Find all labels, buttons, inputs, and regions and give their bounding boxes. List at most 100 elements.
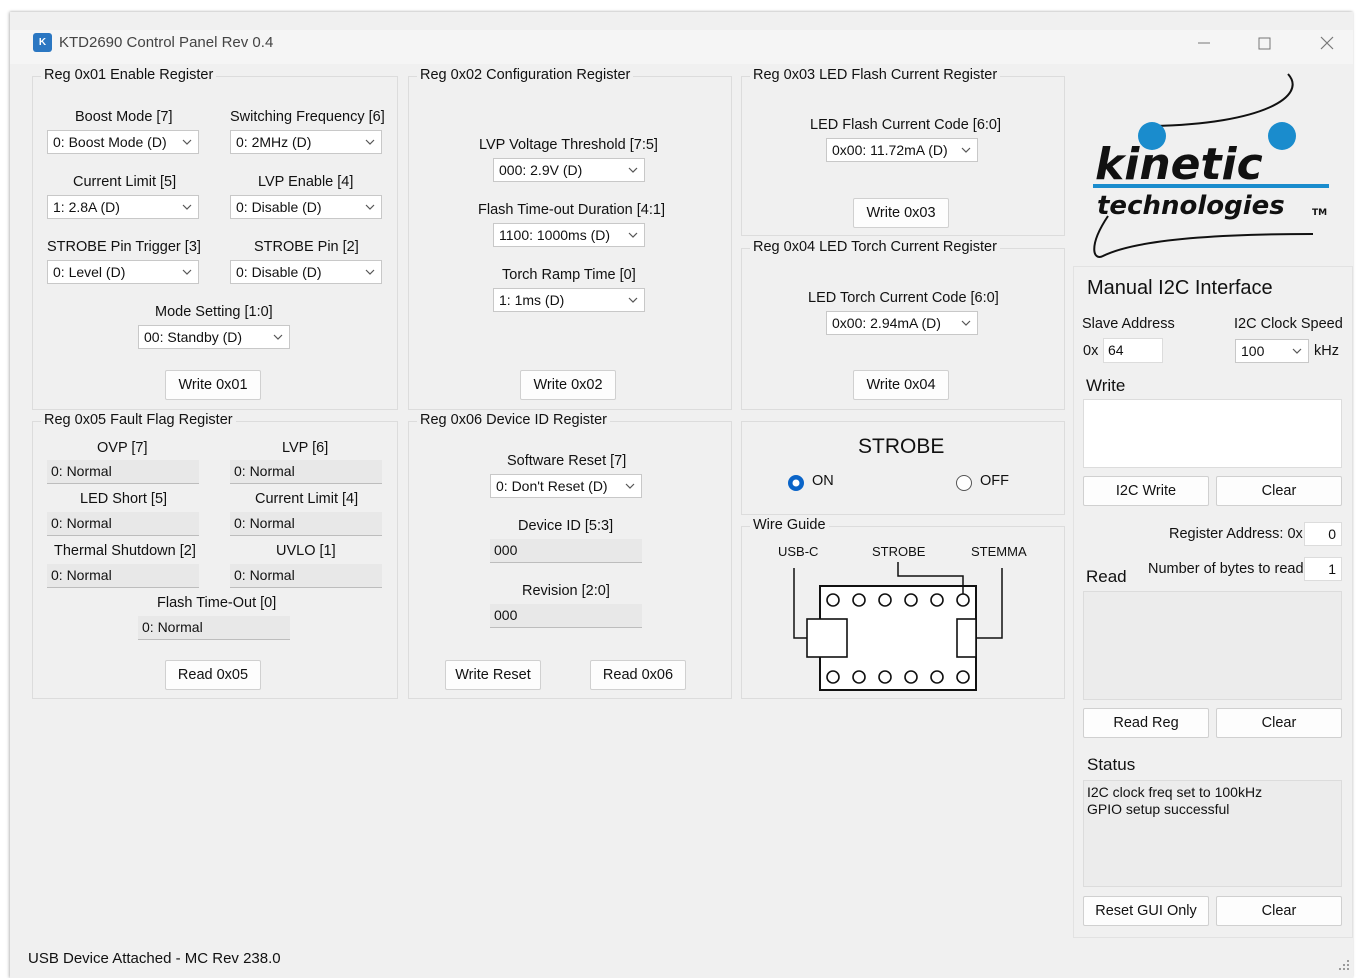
boost-mode-select[interactable]: 0: Boost Mode (D) [47, 130, 199, 154]
minimize-button[interactable] [1181, 30, 1227, 58]
software-reset-select[interactable]: 0: Don't Reset (D) [490, 474, 642, 498]
thermal-shutdown-label: Thermal Shutdown [2] [54, 543, 196, 559]
chevron-down-icon [182, 269, 192, 275]
register-address-label: Register Address: 0x [1169, 526, 1303, 542]
chevron-down-icon [365, 269, 375, 275]
read-0x05-button[interactable]: Read 0x05 [165, 660, 261, 690]
bytes-to-read-input[interactable]: 1 [1304, 557, 1342, 581]
flash-current-code-select[interactable]: 0x00: 11.72mA (D) [826, 138, 978, 162]
switching-frequency-select[interactable]: 0: 2MHz (D) [230, 130, 382, 154]
flash-current-code-value: 0x00: 11.72mA (D) [832, 142, 948, 158]
strobe-pin-value: 0: Disable (D) [236, 264, 322, 280]
minimize-icon [1198, 42, 1210, 44]
flash-timeout-select[interactable]: 1100: 1000ms (D) [493, 223, 645, 247]
read-reg-button[interactable]: Read Reg [1083, 708, 1209, 738]
chevron-down-icon [1292, 348, 1302, 354]
i2c-clock-unit: kHz [1314, 343, 1339, 359]
lvp-enable-label: LVP Enable [4] [258, 174, 354, 190]
close-button[interactable] [1304, 30, 1350, 58]
slave-address-input[interactable]: 64 [1103, 338, 1163, 363]
lvp-enable-select[interactable]: 0: Disable (D) [230, 195, 382, 219]
reg02-title: Reg 0x02 Configuration Register [417, 67, 634, 83]
wire-guide-title: Wire Guide [750, 517, 829, 533]
current-limit-flag-value: 0: Normal [230, 512, 382, 536]
chevron-down-icon [365, 139, 375, 145]
read-clear-button[interactable]: Clear [1216, 708, 1342, 738]
maximize-icon [1258, 37, 1271, 50]
reset-gui-button[interactable]: Reset GUI Only [1083, 896, 1209, 926]
strobe-trigger-value: 0: Level (D) [53, 264, 126, 280]
torch-ramp-value: 1: 1ms (D) [499, 292, 565, 308]
reg06-title: Reg 0x06 Device ID Register [417, 412, 610, 428]
chevron-down-icon [182, 139, 192, 145]
torch-current-code-value: 0x00: 2.94mA (D) [832, 315, 941, 331]
write-clear-button[interactable]: Clear [1216, 476, 1342, 506]
strobe-trigger-select[interactable]: 0: Level (D) [47, 260, 199, 284]
i2c-clock-select[interactable]: 100 [1235, 339, 1309, 363]
switching-frequency-value: 0: 2MHz (D) [236, 134, 312, 150]
flash-timeout-flag-label: Flash Time-Out [0] [157, 595, 277, 611]
read-label: Read [1086, 567, 1127, 586]
resize-grip-icon[interactable] [1337, 958, 1351, 972]
chevron-down-icon [628, 167, 638, 173]
write-0x04-button[interactable]: Write 0x04 [853, 370, 949, 400]
slave-address-label: Slave Address [1082, 316, 1175, 332]
wire-guide-diagram [793, 562, 1003, 691]
device-id-label: Device ID [5:3] [518, 518, 614, 534]
write-reset-button[interactable]: Write Reset [445, 660, 541, 690]
current-limit-value: 1: 2.8A (D) [53, 199, 120, 215]
slave-address-prefix: 0x [1083, 343, 1099, 359]
i2c-write-button[interactable]: I2C Write [1083, 476, 1209, 506]
register-address-input[interactable]: 0 [1304, 522, 1342, 546]
strobe-on-radio[interactable]: ON [787, 473, 847, 493]
lvp-threshold-select[interactable]: 000: 2.9V (D) [493, 158, 645, 182]
i2c-clock-value: 100 [1241, 343, 1265, 359]
strobe-pin-label: STROBE Pin [2] [254, 239, 359, 255]
strobe-off-radio[interactable]: OFF [955, 473, 1015, 493]
strobe-title: STROBE [858, 435, 945, 458]
status-clear-button[interactable]: Clear [1216, 896, 1342, 926]
status-log: I2C clock freq set to 100kHz GPIO setup … [1083, 780, 1342, 887]
device-id-value: 000 [490, 539, 642, 563]
lvp-threshold-value: 000: 2.9V (D) [499, 162, 583, 178]
chevron-down-icon [961, 147, 971, 153]
i2c-clock-label: I2C Clock Speed [1234, 316, 1343, 332]
write-0x03-button[interactable]: Write 0x03 [853, 198, 949, 228]
write-data-input[interactable] [1083, 399, 1342, 468]
torch-ramp-label: Torch Ramp Time [0] [502, 267, 636, 283]
strobe-trigger-label: STROBE Pin Trigger [3] [47, 239, 201, 255]
mode-setting-select[interactable]: 00: Standby (D) [138, 325, 290, 349]
chevron-down-icon [273, 334, 283, 340]
ovp-label: OVP [7] [97, 440, 148, 456]
read-data-output [1083, 591, 1342, 700]
flash-timeout-value: 1100: 1000ms (D) [499, 227, 611, 243]
chevron-down-icon [182, 204, 192, 210]
read-0x06-button[interactable]: Read 0x06 [590, 660, 686, 690]
write-0x01-button[interactable]: Write 0x01 [165, 370, 261, 400]
torch-ramp-select[interactable]: 1: 1ms (D) [493, 288, 645, 312]
led-short-label: LED Short [5] [80, 491, 168, 507]
logo-word-technologies: technologies [1097, 191, 1285, 221]
current-limit-select[interactable]: 1: 2.8A (D) [47, 195, 199, 219]
reg05-title: Reg 0x05 Fault Flag Register [41, 412, 236, 428]
strobe-pin-select[interactable]: 0: Disable (D) [230, 260, 382, 284]
bytes-to-read-label: Number of bytes to read [1148, 561, 1304, 577]
software-reset-label: Software Reset [7] [507, 453, 627, 469]
thermal-shutdown-value: 0: Normal [47, 564, 199, 588]
maximize-button[interactable] [1242, 30, 1288, 58]
switching-frequency-label: Switching Frequency [6] [230, 109, 385, 125]
kinetic-app-icon: K [33, 33, 52, 52]
current-limit-flag-label: Current Limit [4] [255, 491, 359, 507]
boost-mode-label: Boost Mode [7] [75, 109, 173, 125]
radio-selected-icon [788, 475, 804, 491]
status-line: GPIO setup successful [1087, 801, 1230, 817]
lvp-threshold-label: LVP Voltage Threshold [7:5] [479, 137, 658, 153]
close-icon [1320, 36, 1334, 50]
current-limit-label: Current Limit [5] [73, 174, 177, 190]
torch-current-code-select[interactable]: 0x00: 2.94mA (D) [826, 311, 978, 335]
chevron-down-icon [961, 320, 971, 326]
reg01-title: Reg 0x01 Enable Register [41, 67, 217, 83]
strobe-on-label: ON [812, 473, 834, 489]
write-0x02-button[interactable]: Write 0x02 [520, 370, 616, 400]
mode-setting-label: Mode Setting [1:0] [155, 304, 273, 320]
